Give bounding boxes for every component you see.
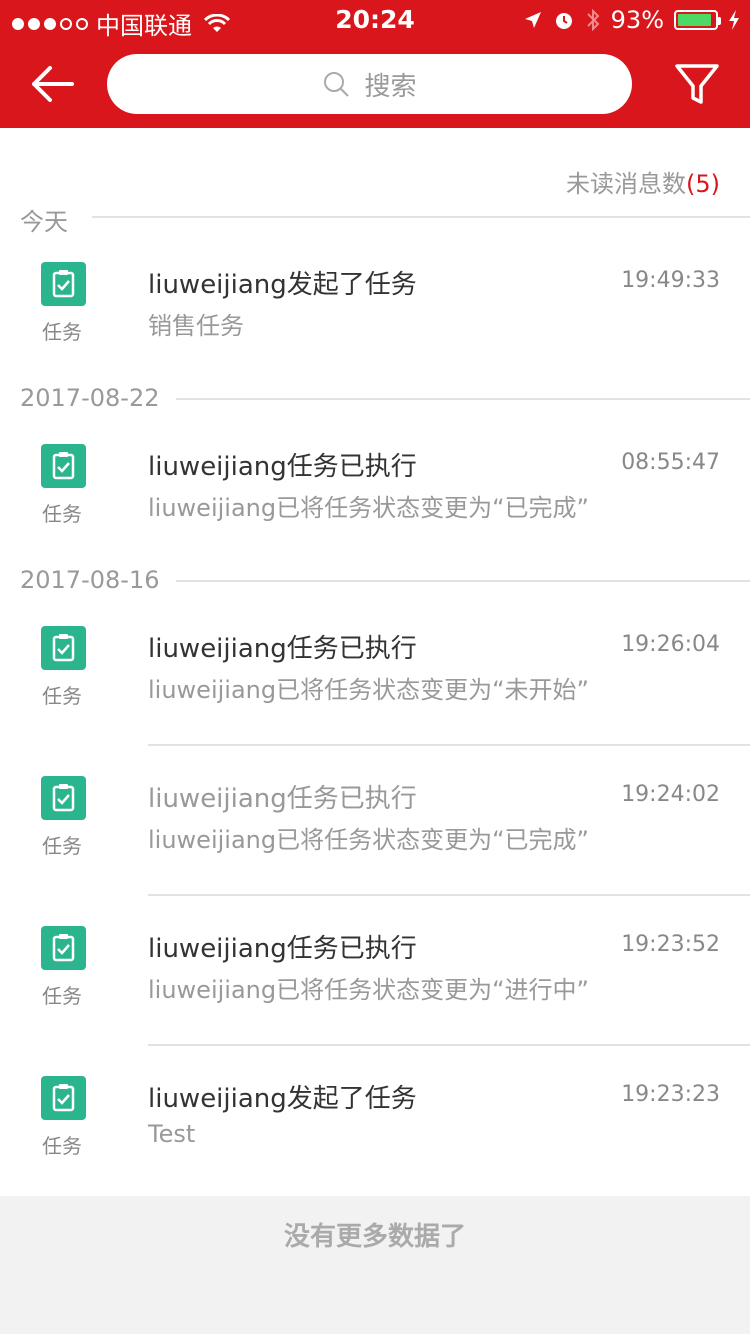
location-arrow-icon (524, 12, 541, 28)
item-description: 销售任务 (148, 312, 244, 340)
search-placeholder: 搜索 (364, 71, 417, 102)
date-label: 2017-08-22 (20, 384, 160, 412)
item-title: liuweijiang发起了任务 (148, 270, 417, 300)
list-item[interactable]: 任务 liuweijiang发起了任务 19:23:23 Test (0, 1076, 750, 1166)
list-item[interactable]: 任务 liuweijiang任务已执行 08:55:47 liuweijiang… (0, 444, 750, 534)
list-item[interactable]: 任务 liuweijiang任务已执行 19:24:02 liuweijiang… (0, 776, 750, 866)
item-time: 19:23:52 (621, 932, 720, 957)
clipboard-check-icon (41, 926, 86, 970)
unread-number: (5) (686, 170, 720, 198)
list-item[interactable]: 任务 liuweijiang发起了任务 19:49:33 销售任务 (0, 262, 750, 352)
clipboard-check-icon (41, 262, 86, 306)
item-title: liuweijiang任务已执行 (148, 634, 417, 664)
item-type-label: 任务 (42, 984, 82, 1008)
item-type-label: 任务 (42, 502, 82, 526)
unread-count: 未读消息数(5) (566, 164, 720, 199)
date-header-2017-08-22: 2017-08-22 (20, 384, 159, 412)
item-divider (148, 1044, 750, 1046)
item-description: liuweijiang已将任务状态变更为“进行中” (148, 976, 589, 1004)
search-icon (324, 72, 350, 97)
battery-icon (674, 10, 721, 30)
list-footer: 没有更多数据了 (0, 1196, 750, 1334)
date-divider (92, 216, 750, 218)
search-input[interactable]: 搜索 (107, 54, 632, 114)
charging-icon (729, 10, 739, 30)
list-item[interactable]: 任务 liuweijiang任务已执行 19:26:04 liuweijiang… (0, 626, 750, 716)
bluetooth-icon (586, 8, 600, 32)
item-title: liuweijiang任务已执行 (148, 452, 417, 482)
alarm-icon (555, 13, 572, 29)
item-divider (148, 744, 750, 746)
date-divider (176, 398, 750, 400)
status-right: 93% (523, 6, 740, 34)
back-arrow-icon[interactable] (28, 62, 76, 106)
item-time: 19:24:02 (621, 782, 720, 807)
date-divider (176, 580, 750, 582)
item-title: liuweijiang任务已执行 (148, 784, 417, 814)
clipboard-check-icon (41, 444, 86, 488)
item-divider (148, 894, 750, 896)
item-title: liuweijiang任务已执行 (148, 934, 417, 964)
item-description: liuweijiang已将任务状态变更为“未开始” (148, 676, 589, 704)
item-type-label: 任务 (42, 1134, 82, 1158)
date-header-2017-08-16: 2017-08-16 (20, 566, 159, 594)
message-list: 未读消息数(5) 今天 任务 liuweijiang发起了任务 19:49:33… (0, 128, 750, 1196)
item-description: liuweijiang已将任务状态变更为“已完成” (148, 494, 589, 522)
unread-label: 未读消息数 (566, 170, 686, 198)
item-time: 08:55:47 (621, 450, 720, 475)
date-label: 今天 (20, 208, 68, 236)
battery-percent: 93% (610, 6, 664, 34)
item-type-label: 任务 (42, 320, 82, 344)
date-label: 2017-08-16 (20, 566, 160, 594)
item-time: 19:26:04 (621, 632, 720, 657)
clipboard-check-icon (41, 626, 86, 670)
item-time: 19:23:23 (621, 1082, 720, 1107)
item-time: 19:49:33 (621, 268, 720, 293)
clipboard-check-icon (41, 1076, 86, 1120)
list-item[interactable]: 任务 liuweijiang任务已执行 19:23:52 liuweijiang… (0, 926, 750, 1016)
item-type-label: 任务 (42, 684, 82, 708)
item-description: liuweijiang已将任务状态变更为“已完成” (148, 826, 589, 854)
nav-bar: 搜索 (0, 40, 750, 128)
filter-icon[interactable] (674, 62, 720, 108)
date-header-today: 今天 (20, 202, 750, 237)
status-bar: 中国联通 20:24 93% (0, 0, 750, 40)
item-title: liuweijiang发起了任务 (148, 1084, 417, 1114)
clipboard-check-icon (41, 776, 86, 820)
item-type-label: 任务 (42, 834, 82, 858)
item-description: Test (148, 1120, 196, 1148)
no-more-data-label: 没有更多数据了 (283, 1222, 466, 1252)
